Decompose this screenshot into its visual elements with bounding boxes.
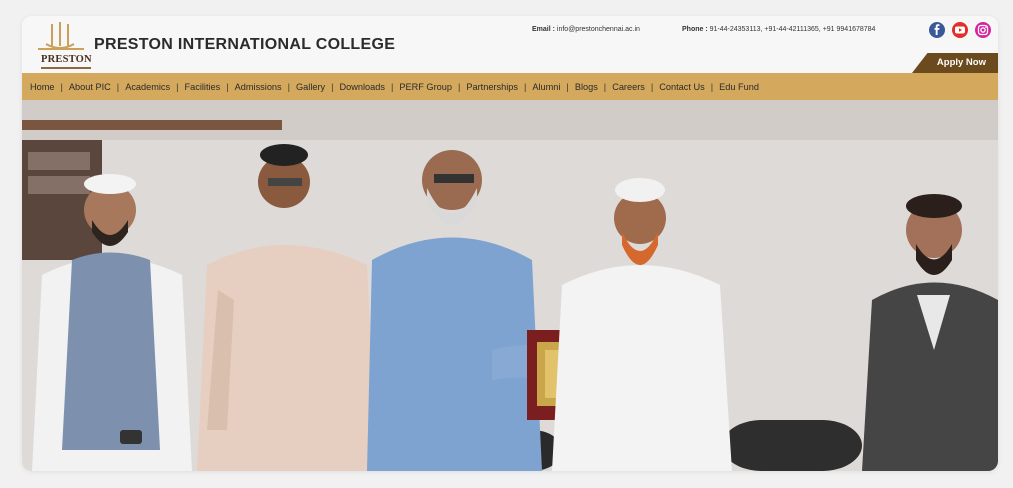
instagram-icon[interactable] bbox=[975, 22, 991, 38]
email-link[interactable]: info@prestonchennai.ac.in bbox=[557, 26, 640, 33]
nav-item-about[interactable]: About PIC bbox=[69, 82, 111, 92]
nav-item-academics[interactable]: Academics bbox=[125, 82, 170, 92]
page-frame: PRESTON PRESTON INTERNATIONAL COLLEGE Em… bbox=[22, 16, 998, 471]
nav-divider: | bbox=[710, 81, 714, 92]
logo-wordmark: PRESTON bbox=[41, 54, 92, 65]
main-nav: Home | About PIC | Academics | Facilitie… bbox=[22, 73, 998, 100]
nav-divider: | bbox=[287, 81, 291, 92]
nav-divider: | bbox=[60, 81, 63, 92]
nav-item-contact[interactable]: Contact Us bbox=[659, 82, 704, 92]
facebook-icon[interactable] bbox=[929, 22, 945, 38]
nav-item-perf-group[interactable]: PERF Group bbox=[399, 82, 452, 92]
nav-item-downloads[interactable]: Downloads bbox=[340, 82, 385, 92]
nav-item-alumni[interactable]: Alumni bbox=[532, 82, 560, 92]
nav-item-blogs[interactable]: Blogs bbox=[575, 82, 598, 92]
nav-divider: | bbox=[650, 81, 654, 92]
nav-divider: | bbox=[523, 81, 527, 92]
logo-underline bbox=[41, 67, 91, 69]
nav-item-facilities[interactable]: Facilities bbox=[185, 82, 221, 92]
contact-email: Email : info@prestonchennai.ac.in bbox=[532, 26, 640, 33]
nav-divider: | bbox=[603, 81, 607, 92]
hero-photo bbox=[22, 100, 998, 471]
nav-divider: | bbox=[116, 81, 120, 92]
nav-item-partnerships[interactable]: Partnerships bbox=[466, 82, 518, 92]
nav-divider: | bbox=[226, 81, 229, 92]
nav-item-admissions[interactable]: Admissions bbox=[235, 82, 282, 92]
site-header: PRESTON PRESTON INTERNATIONAL COLLEGE Em… bbox=[22, 16, 998, 73]
nav-divider: | bbox=[566, 81, 569, 92]
email-label: Email : bbox=[532, 26, 555, 33]
award-ceremony-photo bbox=[22, 100, 998, 471]
apply-now-label: Apply Now bbox=[936, 57, 986, 68]
apply-now-button[interactable]: Apply Now bbox=[912, 53, 998, 73]
nav-divider: | bbox=[176, 81, 179, 92]
phone-numbers[interactable]: 91-44-24353113, +91-44-42111365, +91 994… bbox=[710, 26, 876, 33]
college-logo[interactable]: PRESTON bbox=[30, 20, 92, 70]
phone-label: Phone : bbox=[682, 26, 708, 33]
nav-divider: | bbox=[331, 81, 334, 92]
nav-item-gallery[interactable]: Gallery bbox=[296, 82, 325, 92]
nav-item-careers[interactable]: Careers bbox=[612, 82, 645, 92]
nav-divider: | bbox=[390, 81, 394, 92]
nav-item-edu-fund[interactable]: Edu Fund bbox=[719, 82, 759, 92]
nav-item-home[interactable]: Home bbox=[30, 82, 55, 92]
college-title: PRESTON INTERNATIONAL COLLEGE bbox=[94, 36, 396, 53]
nav-divider: | bbox=[457, 81, 461, 92]
contact-phone: Phone : 91-44-24353113, +91-44-42111365,… bbox=[682, 26, 875, 33]
youtube-icon[interactable] bbox=[952, 22, 968, 38]
